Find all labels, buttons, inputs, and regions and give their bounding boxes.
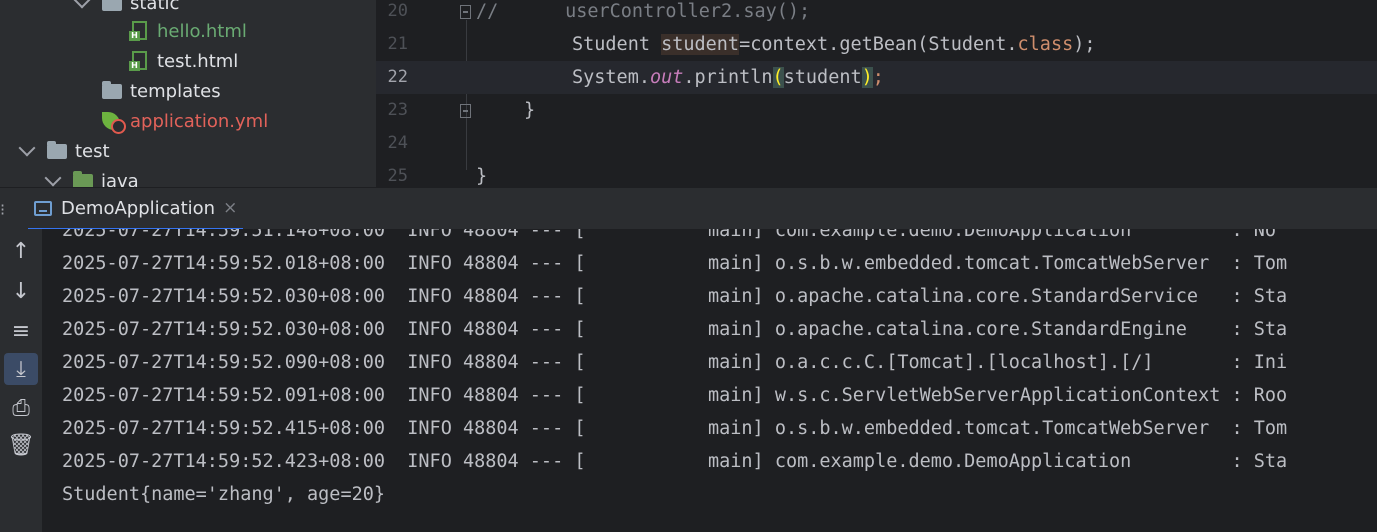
line-number[interactable]: 21 <box>376 28 408 61</box>
tree-item[interactable]: application.yml <box>0 106 376 136</box>
code-token: class <box>1017 34 1074 55</box>
scroll-to-end-icon[interactable]: ⤓ <box>4 353 38 385</box>
console-line: Student{name='zhang', age=20} <box>62 484 386 505</box>
code-token: System. <box>572 67 650 88</box>
code-text: } <box>524 94 535 127</box>
line-number[interactable]: 23 <box>376 94 408 127</box>
console-line: 2025-07-27T14:59:52.415+08:00 INFO 48804… <box>62 418 1288 439</box>
console-line: 2025-07-27T14:59:52.090+08:00 INFO 48804… <box>62 352 1288 373</box>
tree-item-label: java <box>101 170 139 188</box>
tree-item-label: static <box>130 0 180 14</box>
code-token: ; <box>872 67 884 88</box>
code-token: =context.getBean(Student. <box>739 34 1018 55</box>
code-text: System.out.println(student); <box>572 61 884 94</box>
tree-item-label: hello.html <box>157 20 247 42</box>
tree-item-label: templates <box>130 80 221 102</box>
code-token: // <box>476 1 499 22</box>
code-token: Student <box>572 34 662 55</box>
tab-label: DemoApplication <box>61 197 216 219</box>
folder-icon <box>47 141 67 159</box>
code-text: // userController2.say(); <box>476 0 810 28</box>
code-token: } <box>476 166 488 187</box>
line-number[interactable]: 25 <box>376 160 408 187</box>
close-icon[interactable]: × <box>223 198 237 218</box>
code-token: student <box>661 34 740 55</box>
trash-icon[interactable]: 🗑 <box>4 429 38 461</box>
soft-wrap-icon[interactable]: ≡ <box>4 315 38 347</box>
code-line[interactable]: 22 System.out.println(student); <box>376 61 1377 94</box>
console-line: 2025-07-27T14:59:52.018+08:00 INFO 48804… <box>62 253 1288 274</box>
console-line: 2025-07-27T14:59:52.423+08:00 INFO 48804… <box>62 451 1288 472</box>
code-text: } <box>476 160 487 187</box>
fold-marker-icon[interactable] <box>460 5 471 19</box>
folder-icon <box>102 81 122 99</box>
code-token: out <box>649 67 684 88</box>
code-editor[interactable]: 20 // userController2.say(); 21 Student stu… <box>376 0 1377 187</box>
arrow-down-icon[interactable]: ↓ <box>4 275 38 307</box>
code-line[interactable]: 23} <box>376 94 1377 127</box>
code-line[interactable]: 25} <box>376 160 1377 187</box>
code-token: .println <box>683 67 773 88</box>
tree-item[interactable]: templates <box>0 76 376 106</box>
html-file-icon: H <box>129 21 148 41</box>
tree-item-label: application.yml <box>130 110 269 132</box>
project-tree[interactable]: static Hhello.html Htest.html templates appl… <box>0 0 376 187</box>
folder-icon <box>102 0 122 11</box>
chevron-down-icon[interactable] <box>44 169 62 187</box>
tab-demo-application[interactable]: DemoApplication × <box>28 188 244 231</box>
tree-item[interactable]: test <box>0 136 376 166</box>
chevron-down-icon[interactable] <box>18 139 36 157</box>
console-output[interactable]: 2025-07-27T14:59:51.148+08:00 INFO 48804… <box>43 229 1377 532</box>
tree-item[interactable]: Htest.html <box>0 46 376 76</box>
line-number[interactable]: 22 <box>376 61 408 94</box>
code-token: student <box>783 67 862 88</box>
line-number[interactable]: 20 <box>376 0 408 28</box>
code-token: userController2.say(); <box>498 1 811 22</box>
code-text: Student student=context.getBean(Student.… <box>572 28 1096 61</box>
arrow-up-icon[interactable]: ↑ <box>4 235 38 267</box>
tree-item[interactable]: java <box>0 166 376 187</box>
print-icon[interactable]: ⎙ <box>4 392 38 424</box>
code-token: ) <box>861 67 873 88</box>
console-line: 2025-07-27T14:59:52.030+08:00 INFO 48804… <box>62 286 1288 307</box>
console-toolbar: ↑ ↓ ≡ ⤓ ⎙ 🗑 <box>0 229 43 532</box>
code-line[interactable]: 21 Student student=context.getBean(Studen… <box>376 28 1377 61</box>
tree-item-label: test.html <box>157 50 239 72</box>
folder-icon <box>73 171 93 187</box>
code-line[interactable]: 20 // userController2.say(); <box>376 0 1377 28</box>
console-line: 2025-07-27T14:59:52.091+08:00 INFO 48804… <box>62 385 1288 406</box>
console-line: 2025-07-27T14:59:51.148+08:00 INFO 48804… <box>62 229 1277 241</box>
code-token: } <box>524 100 536 121</box>
tree-item-label: test <box>75 140 110 162</box>
chevron-down-icon[interactable] <box>73 0 91 9</box>
code-token: ); <box>1073 34 1096 55</box>
html-file-icon: H <box>129 51 148 71</box>
line-number[interactable]: 24 <box>376 127 408 160</box>
code-line[interactable]: 24 <box>376 127 1377 160</box>
spring-config-icon <box>102 110 126 134</box>
run-tab-bar: ⁝ DemoApplication × <box>0 187 1377 231</box>
tree-item[interactable]: Hhello.html <box>0 16 376 46</box>
code-token: ( <box>772 67 784 88</box>
console-line: 2025-07-27T14:59:52.030+08:00 INFO 48804… <box>62 319 1288 340</box>
run-console-icon <box>34 200 52 216</box>
options-icon[interactable]: ⁝ <box>0 200 5 219</box>
fold-marker-icon[interactable] <box>460 104 471 118</box>
